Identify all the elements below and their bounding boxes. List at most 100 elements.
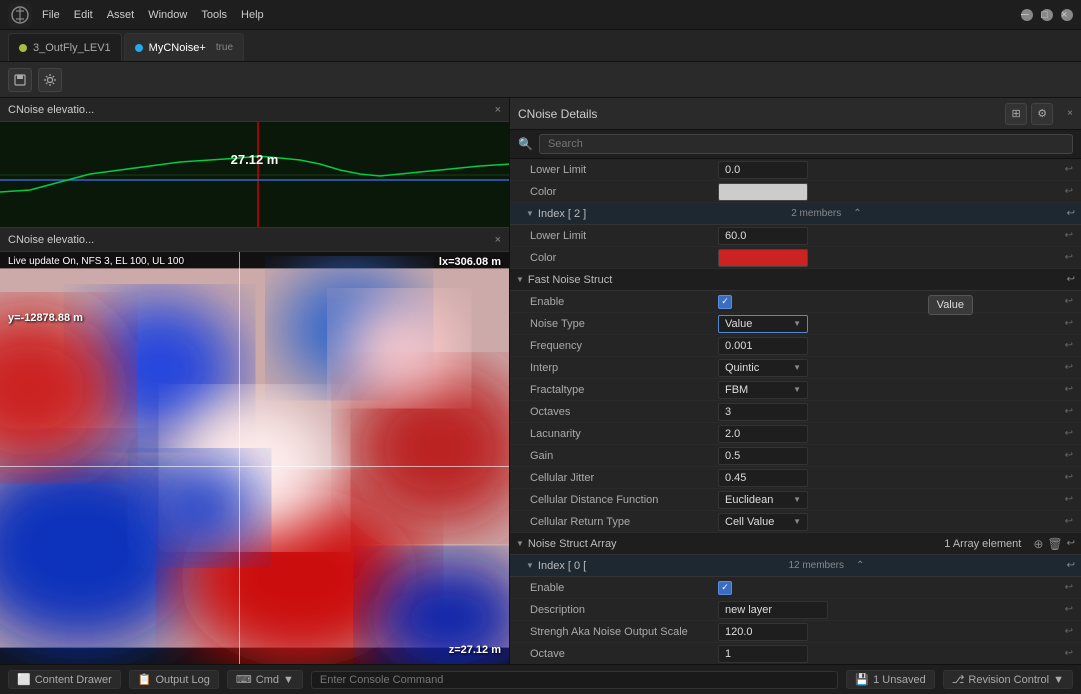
array-add-btn[interactable]: ⊕ [1033, 537, 1043, 551]
prop-dropdown-interp[interactable]: Quintic ▼ [718, 359, 808, 377]
chart-close-btn[interactable]: × [495, 104, 501, 116]
prop-color-2[interactable] [718, 249, 808, 267]
output-log-btn[interactable]: 📋 Output Log [129, 670, 219, 689]
noise-array-reset[interactable]: ↩ [1067, 538, 1075, 549]
prop-label-interp: Interp [530, 362, 710, 374]
prop-dropdown-noise-type[interactable]: Value ▼ [718, 315, 808, 333]
menu-help[interactable]: Help [241, 9, 264, 21]
prop-input-strength[interactable] [718, 623, 808, 641]
prop-row-lacunarity: Lacunarity ↩ [510, 423, 1081, 445]
prop-dropdown-fractaltype[interactable]: FBM ▼ [718, 381, 808, 399]
prop-dropdown-cell-dist-func[interactable]: Euclidean ▼ [718, 491, 808, 509]
prop-reset-fractaltype[interactable]: ↩ [1065, 384, 1073, 395]
settings-btn[interactable]: ⚙ [1031, 103, 1053, 125]
noise-close-btn[interactable]: × [495, 234, 501, 246]
prop-reset-gain[interactable]: ↩ [1065, 450, 1073, 461]
menu-asset[interactable]: Asset [107, 9, 135, 21]
index0-header[interactable]: ▼ Index [ 0 [ 12 members ⌃ ↩ [510, 555, 1081, 577]
array-delete-btn[interactable]: 🗑 [1047, 537, 1062, 551]
prop-reset-enable[interactable]: ↩ [1065, 296, 1073, 307]
fast-noise-struct-header[interactable]: ▼ Fast Noise Struct ↩ [510, 269, 1081, 291]
minimize-button[interactable]: ─ [1021, 9, 1033, 21]
prop-reset-description[interactable]: ↩ [1065, 604, 1073, 615]
revision-control-btn[interactable]: ⎇ Revision Control ▼ [943, 670, 1073, 689]
index0-expand[interactable]: ⌃ [856, 560, 864, 571]
menu-window[interactable]: Window [148, 9, 187, 21]
layout-btn[interactable]: ⊞ [1005, 103, 1027, 125]
prop-input-gain[interactable] [718, 447, 808, 465]
index0-reset[interactable]: ↩ [1067, 560, 1075, 571]
tab-close-mycnoise[interactable]: true [216, 42, 233, 53]
interp-arrow: ▼ [793, 363, 801, 372]
prop-reset-strength[interactable]: ↩ [1065, 626, 1073, 637]
tab-dot-3outfly [19, 44, 27, 52]
prop-row-lower-limit-prev: Lower Limit ↩ [510, 159, 1081, 181]
index0-arrow: ▼ [526, 561, 534, 570]
prop-label-gain: Gain [530, 450, 710, 462]
prop-reset-cell-return-type[interactable]: ↩ [1065, 516, 1073, 527]
index2-header[interactable]: ▼ Index [ 2 ] 2 members ⌃ ↩ [510, 203, 1081, 225]
prop-input-description[interactable] [718, 601, 828, 619]
tab-label-mycnoise: MyCNoise+ [149, 42, 206, 54]
prop-label-frequency: Frequency [530, 340, 710, 352]
prop-input-lacunarity[interactable] [718, 425, 808, 443]
prop-value-frequency [718, 337, 1057, 355]
tab-dot-mycnoise [135, 44, 143, 52]
output-log-label: Output Log [155, 674, 209, 686]
cmd-btn[interactable]: ⌨ Cmd ▼ [227, 670, 303, 689]
prop-dropdown-cell-return-type[interactable]: Cell Value ▼ [718, 513, 808, 531]
search-input[interactable] [539, 134, 1073, 154]
prop-input-lower-limit-prev[interactable] [718, 161, 808, 179]
index2-reset[interactable]: ↩ [1067, 208, 1075, 219]
toolbar-settings-btn[interactable] [38, 68, 62, 92]
chart-value-label: 27.12 m [231, 152, 279, 167]
menu-file[interactable]: File [42, 9, 60, 21]
prop-reset-lower-limit-prev[interactable]: ↩ [1065, 164, 1073, 175]
prop-reset-cell-dist-func[interactable]: ↩ [1065, 494, 1073, 505]
prop-reset-color-prev[interactable]: ↩ [1065, 186, 1073, 197]
prop-reset-lower-limit-2[interactable]: ↩ [1065, 230, 1073, 241]
prop-reset-interp[interactable]: ↩ [1065, 362, 1073, 373]
prop-input-cellular-jitter[interactable] [718, 469, 808, 487]
close-button[interactable]: × [1061, 9, 1073, 21]
prop-reset-frequency[interactable]: ↩ [1065, 340, 1073, 351]
prop-input-octaves[interactable] [718, 403, 808, 421]
prop-value-noise-type: Value ▼ [718, 315, 1057, 333]
menu-tools[interactable]: Tools [201, 9, 227, 21]
prop-color-prev[interactable] [718, 183, 808, 201]
prop-reset-color-2[interactable]: ↩ [1065, 252, 1073, 263]
fast-noise-reset[interactable]: ↩ [1067, 274, 1075, 285]
console-input[interactable] [311, 671, 839, 689]
prop-reset-cellular-jitter[interactable]: ↩ [1065, 472, 1073, 483]
prop-input-frequency[interactable] [718, 337, 808, 355]
prop-reset-octaves[interactable]: ↩ [1065, 406, 1073, 417]
tab-mycnoise[interactable]: MyCNoise+ true [124, 33, 244, 61]
prop-checkbox-enable-0[interactable]: ✓ [718, 581, 732, 595]
toolbar-save-btn[interactable] [8, 68, 32, 92]
search-icon: 🔍 [518, 137, 533, 151]
content-drawer-btn[interactable]: ⬜ Content Drawer [8, 670, 121, 689]
prop-reset-lacunarity[interactable]: ↩ [1065, 428, 1073, 439]
prop-reset-octave[interactable]: ↩ [1065, 648, 1073, 659]
menu-bar: File Edit Asset Window Tools Help [42, 9, 264, 21]
details-close-btn[interactable]: × [1067, 108, 1073, 119]
prop-input-octave[interactable] [718, 645, 808, 663]
noise-array-arrow: ▼ [516, 539, 524, 548]
chart-panel: CNoise elevatio... × 27.12 m [0, 98, 509, 228]
prop-row-enable: Enable ✓ ↩ [510, 291, 1081, 313]
prop-reset-noise-type[interactable]: ↩ [1065, 318, 1073, 329]
prop-checkbox-enable[interactable]: ✓ [718, 295, 732, 309]
index2-expand[interactable]: ⌃ [853, 208, 861, 219]
revision-label: Revision Control [968, 674, 1049, 686]
unsaved-btn[interactable]: 💾 1 Unsaved [846, 670, 934, 689]
menu-edit[interactable]: Edit [74, 9, 93, 21]
prop-reset-enable-0[interactable]: ↩ [1065, 582, 1073, 593]
unsaved-icon: 💾 [855, 673, 869, 686]
noise-title: CNoise elevatio... [8, 234, 94, 246]
tab-3outfly[interactable]: 3_OutFly_LEV1 [8, 33, 122, 61]
prop-input-lower-limit-2[interactable] [718, 227, 808, 245]
prop-label-lower-limit-2: Lower Limit [530, 230, 710, 242]
maximize-button[interactable]: □ [1041, 9, 1053, 21]
prop-value-fractaltype: FBM ▼ [718, 381, 1057, 399]
prop-label-cell-return-type: Cellular Return Type [530, 516, 710, 528]
